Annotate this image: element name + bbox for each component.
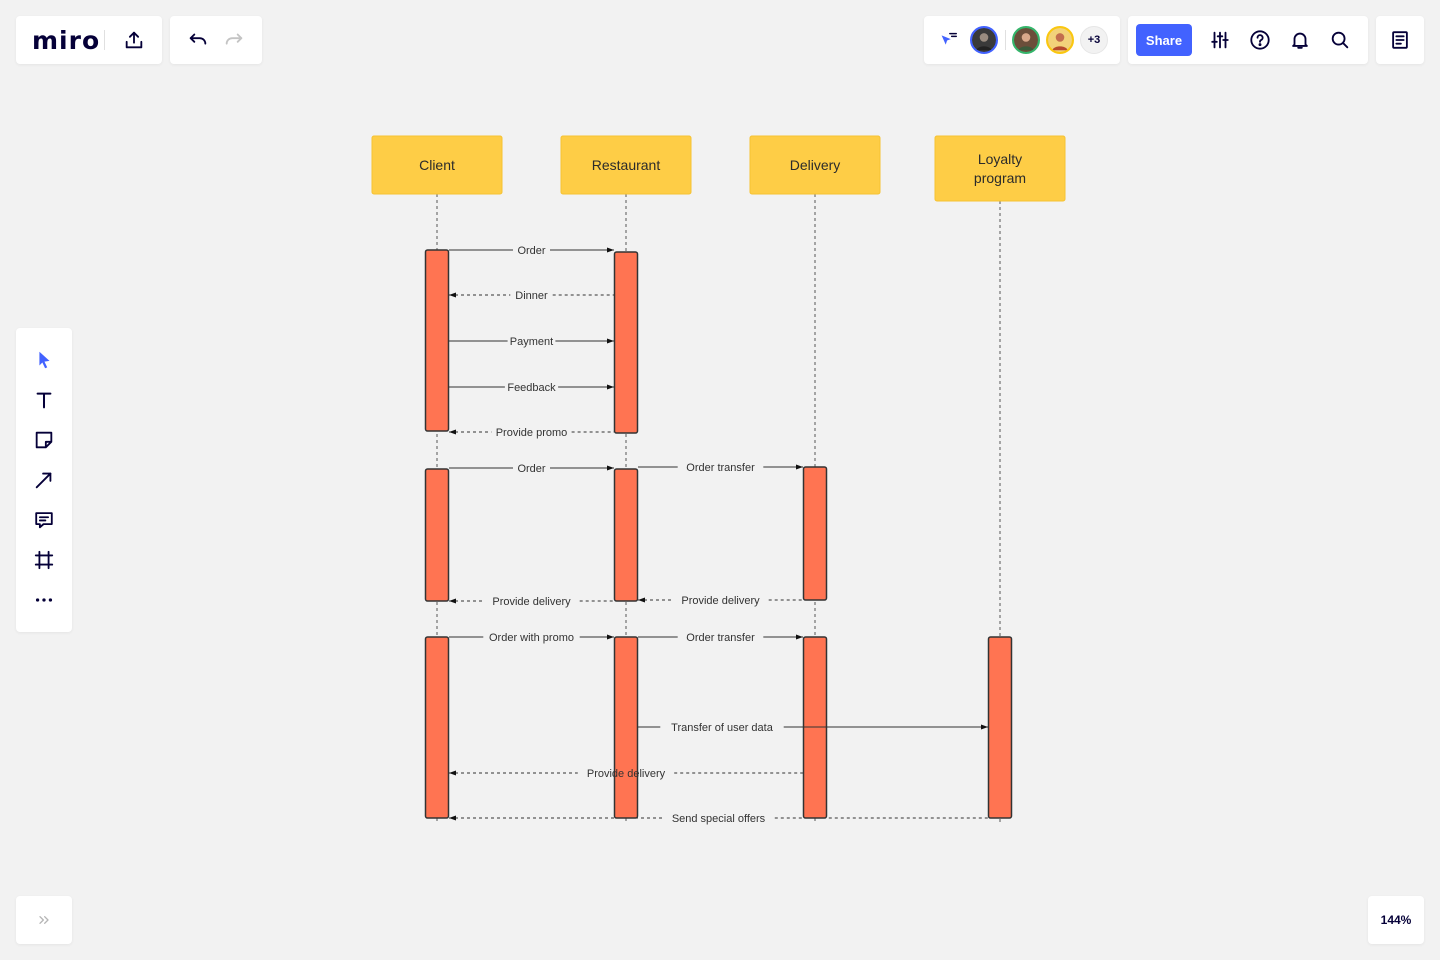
board-canvas: Order Dinner Payment Feedback Provide promo O… <box>371 135 1066 825</box>
message-1[interactable]: Order <box>449 245 614 257</box>
message-13[interactable]: Provide delivery <box>449 768 803 780</box>
actor-label: program <box>974 170 1026 186</box>
message-5[interactable]: Provide promo <box>449 427 614 439</box>
message-7[interactable]: Order transfer <box>638 462 803 474</box>
actor-delivery[interactable]: Delivery <box>749 135 881 195</box>
activation-bar[interactable] <box>424 636 450 819</box>
activation-bar[interactable] <box>613 468 639 602</box>
expand-chevrons-icon <box>39 916 49 924</box>
message-9[interactable]: Provide delivery <box>638 595 803 607</box>
message-label: Payment <box>510 336 553 348</box>
actor-label: Restaurant <box>592 157 661 173</box>
message-label: Provide promo <box>496 427 568 439</box>
message-label: Send special offers <box>672 813 766 825</box>
more-collaborators-badge[interactable]: +3 <box>1080 26 1108 54</box>
search-icon[interactable] <box>1324 24 1356 56</box>
notes-panel <box>1376 16 1424 64</box>
sliders-icon[interactable] <box>1204 24 1236 56</box>
sticky-note-icon[interactable] <box>28 424 60 456</box>
activation-bar[interactable] <box>802 466 828 601</box>
more-icon[interactable] <box>28 584 60 616</box>
text-icon[interactable] <box>28 384 60 416</box>
export-icon[interactable] <box>118 24 150 56</box>
message-label: Order <box>517 463 545 475</box>
avatar[interactable] <box>1012 26 1040 54</box>
redo-icon[interactable] <box>218 24 250 56</box>
message-14[interactable]: Send special offers <box>449 813 988 825</box>
zoom-level[interactable]: 144% <box>1368 896 1424 944</box>
undo-icon[interactable] <box>182 24 214 56</box>
activation-bar[interactable] <box>424 249 450 432</box>
actions-panel: Share <box>1128 16 1368 64</box>
message-10[interactable]: Order with promo <box>449 632 614 644</box>
logo-panel: miro <box>16 16 162 64</box>
history-panel <box>170 16 262 64</box>
message-3[interactable]: Payment <box>449 336 614 348</box>
divider <box>1005 30 1006 50</box>
divider <box>104 30 105 50</box>
miro-logo[interactable]: miro <box>32 26 100 55</box>
message-label: Provide delivery <box>681 595 760 607</box>
message-label: Provide delivery <box>492 596 571 608</box>
message-6[interactable]: Order <box>449 463 614 475</box>
actor-label: Delivery <box>790 157 841 173</box>
notes-icon[interactable] <box>1384 24 1416 56</box>
cursor-follow-icon[interactable] <box>932 24 964 56</box>
activation-bar[interactable] <box>987 636 1013 819</box>
avatar[interactable] <box>1046 26 1074 54</box>
avatar[interactable] <box>970 26 998 54</box>
activation-bar[interactable] <box>613 251 639 434</box>
actor-label: Client <box>419 157 455 173</box>
expand-panel-button[interactable] <box>16 896 72 944</box>
actor-restaurant[interactable]: Restaurant <box>560 135 692 195</box>
comment-icon[interactable] <box>28 504 60 536</box>
help-icon[interactable] <box>1244 24 1276 56</box>
frame-icon[interactable] <box>28 544 60 576</box>
message-4[interactable]: Feedback <box>449 382 614 394</box>
message-2[interactable]: Dinner <box>449 290 614 302</box>
actor-client[interactable]: Client <box>371 135 503 195</box>
actor-loyalty[interactable]: Loyalty program <box>934 135 1066 202</box>
message-label: Order <box>517 245 545 257</box>
message-label: Order transfer <box>686 632 755 644</box>
actor-label: Loyalty <box>978 151 1022 167</box>
bell-icon[interactable] <box>1284 24 1316 56</box>
message-11[interactable]: Order transfer <box>638 632 803 644</box>
message-label: Feedback <box>507 382 556 394</box>
collaborators-panel: +3 <box>924 16 1120 64</box>
activation-bar[interactable] <box>613 636 639 819</box>
message-8[interactable]: Provide delivery <box>449 596 614 608</box>
select-cursor-icon[interactable] <box>28 344 60 376</box>
actor-box[interactable] <box>934 135 1066 202</box>
message-label: Order transfer <box>686 462 755 474</box>
activation-bar[interactable] <box>424 468 450 602</box>
message-label: Provide delivery <box>587 768 666 780</box>
creation-toolbar <box>16 328 72 632</box>
line-arrow-icon[interactable] <box>28 464 60 496</box>
message-label: Order with promo <box>489 632 574 644</box>
message-label: Transfer of user data <box>671 722 774 734</box>
message-label: Dinner <box>515 290 548 302</box>
share-button[interactable]: Share <box>1136 24 1192 56</box>
